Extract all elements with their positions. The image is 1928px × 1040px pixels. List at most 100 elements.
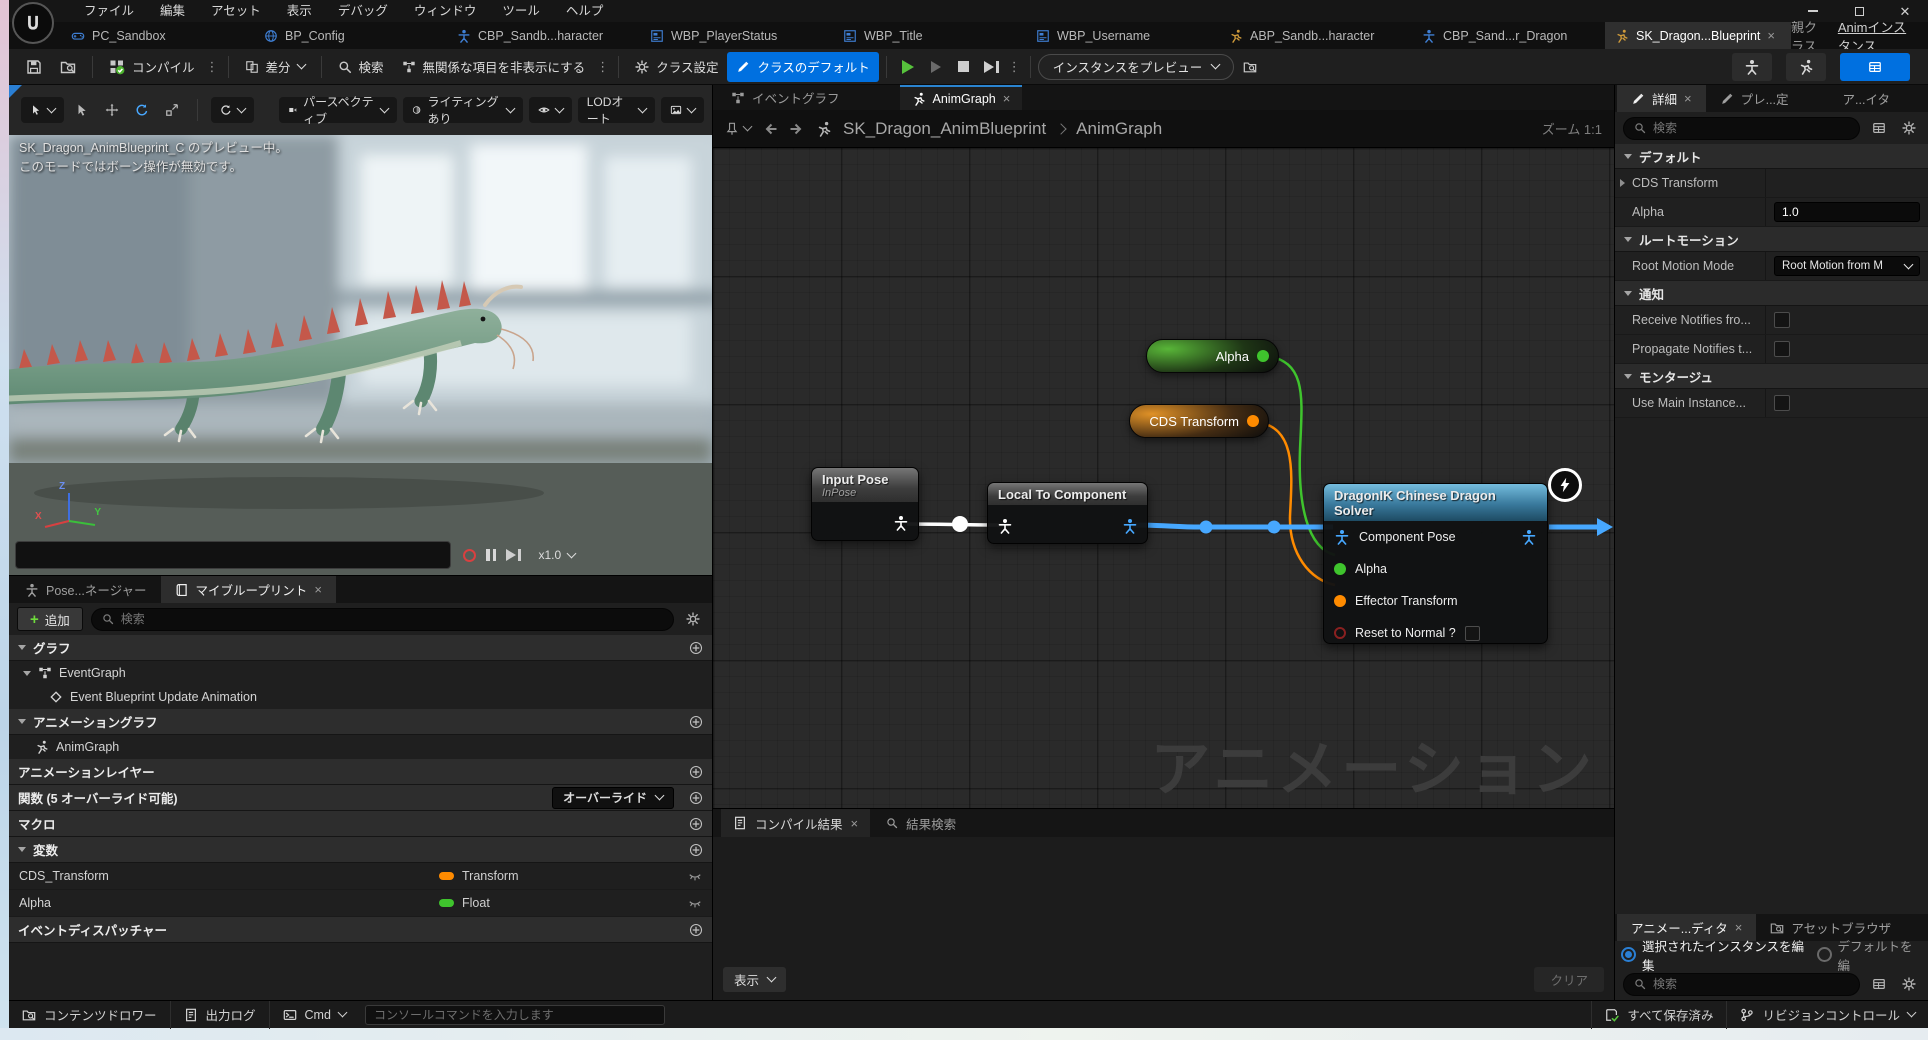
perspective-dropdown[interactable]: パースペクティブ xyxy=(279,97,397,123)
add-layer-icon[interactable] xyxy=(689,765,703,779)
browse-asset-button[interactable] xyxy=(51,52,85,82)
menu-view[interactable]: 表示 xyxy=(274,0,325,22)
alpha-pin-icon[interactable] xyxy=(1334,563,1346,575)
add-dispatcher-icon[interactable] xyxy=(689,923,703,937)
asset-tab-abp-character[interactable]: ABP_Sandb...haracter xyxy=(1219,22,1412,49)
search-input[interactable] xyxy=(1653,121,1849,135)
output-pin-transform[interactable] xyxy=(1247,415,1259,427)
add-macro-icon[interactable] xyxy=(689,817,703,831)
show-filter-button[interactable]: 表示 xyxy=(723,967,786,992)
tab-asset-data[interactable]: ア...イタ xyxy=(1829,85,1904,112)
screenshot-dropdown[interactable] xyxy=(661,97,704,123)
lighting-dropdown[interactable]: ライティングあり xyxy=(403,97,522,123)
tab-compiler-results[interactable]: コンパイル結果 xyxy=(721,809,870,837)
settings-gear-icon[interactable] xyxy=(1898,977,1920,991)
select-tool-icon[interactable] xyxy=(70,103,94,117)
receive-notifies-checkbox[interactable] xyxy=(1774,312,1790,328)
menu-file[interactable]: ファイル xyxy=(71,0,147,22)
bool-pin-icon[interactable] xyxy=(1334,627,1346,639)
back-arrow-icon[interactable] xyxy=(762,121,778,137)
node-local-to-component[interactable]: Local To Component xyxy=(987,482,1148,544)
pose-output-pin-icon[interactable] xyxy=(893,515,909,531)
preview-instance-dropdown[interactable]: インスタンスをプレビュー xyxy=(1038,54,1235,80)
effector-pin-icon[interactable] xyxy=(1334,595,1346,607)
edit-defaults-radio[interactable] xyxy=(1817,947,1832,962)
details-search[interactable] xyxy=(1623,117,1860,140)
display-grid-icon[interactable] xyxy=(1868,121,1890,135)
row-propagate-notifies[interactable]: Propagate Notifies t... xyxy=(1615,335,1928,364)
add-anim-graph-icon[interactable] xyxy=(689,715,703,729)
eye-closed-icon[interactable] xyxy=(688,869,702,883)
preview-mesh-button[interactable] xyxy=(1732,53,1772,81)
tab-preview-settings[interactable]: プレ...定 xyxy=(1706,85,1803,112)
menu-asset[interactable]: アセット xyxy=(198,0,274,22)
row-root-motion-mode[interactable]: Root Motion ModeRoot Motion from M xyxy=(1615,252,1928,281)
tab-find-results[interactable]: 結果検索 xyxy=(870,809,972,837)
node-input-pose[interactable]: Input PoseInPose xyxy=(811,467,919,541)
step-button[interactable] xyxy=(922,53,950,81)
stop-button[interactable] xyxy=(950,53,978,81)
show-flags-dropdown[interactable] xyxy=(529,97,572,123)
item-animgraph[interactable]: AnimGraph xyxy=(9,735,712,759)
tab-my-blueprint[interactable]: マイブループリント xyxy=(161,576,336,603)
breadcrumb-current[interactable]: AnimGraph xyxy=(1076,119,1162,139)
section-graphs[interactable]: グラフ xyxy=(9,635,712,661)
forward-arrow-icon[interactable] xyxy=(789,121,805,137)
save-button[interactable] xyxy=(17,52,51,82)
search-input[interactable] xyxy=(121,612,663,626)
item-eventgraph[interactable]: EventGraph xyxy=(9,661,712,685)
section-event-dispatchers[interactable]: イベントディスパッチャー xyxy=(9,917,712,943)
section-root-motion[interactable]: ルートモーション xyxy=(1615,227,1928,252)
root-motion-mode-dropdown[interactable]: Root Motion from M xyxy=(1774,256,1920,276)
section-montage[interactable]: モンタージュ xyxy=(1615,364,1928,389)
compile-button[interactable]: コンパイル xyxy=(100,52,204,82)
row-cds-transform[interactable]: CDS Transform xyxy=(1615,169,1928,198)
tab-pose-watch-manager[interactable]: Pose...ネージャー xyxy=(11,576,161,603)
menu-window[interactable]: ウィンドウ xyxy=(401,0,490,22)
move-tool-icon[interactable] xyxy=(100,103,124,117)
console-command-input[interactable] xyxy=(365,1005,665,1025)
pose-output-pin-icon[interactable] xyxy=(1521,529,1537,545)
menu-help[interactable]: ヘルプ xyxy=(553,0,617,22)
menu-edit[interactable]: 編集 xyxy=(147,0,198,22)
node-variable-cds-transform[interactable]: CDS Transform xyxy=(1129,404,1269,438)
add-function-icon[interactable] xyxy=(689,791,703,805)
play-options-icon[interactable] xyxy=(1006,60,1023,73)
asset-tab-wbp-username[interactable]: WBP_Username xyxy=(1026,22,1219,49)
compile-options-icon[interactable] xyxy=(204,60,221,73)
editor-layout-button[interactable] xyxy=(1840,53,1910,81)
display-grid-icon[interactable] xyxy=(1868,977,1890,991)
hide-unrelated-options-icon[interactable] xyxy=(594,60,611,73)
item-event-update-animation[interactable]: Event Blueprint Update Animation xyxy=(9,685,712,709)
asset-tab-cbp-character[interactable]: CBP_Sandb...haracter xyxy=(447,22,640,49)
edit-selected-radio[interactable] xyxy=(1621,947,1636,962)
add-variable-icon[interactable] xyxy=(689,843,703,857)
hide-unrelated-button[interactable]: 無関係な項目を非表示にする xyxy=(393,52,595,82)
variable-row-alpha[interactable]: AlphaFloat xyxy=(9,890,712,917)
section-notify[interactable]: 通知 xyxy=(1615,281,1928,306)
scale-tool-icon[interactable] xyxy=(160,103,184,117)
asset-tab-wbp-title[interactable]: WBP_Title xyxy=(833,22,1026,49)
skeleton-button[interactable] xyxy=(1786,53,1826,81)
propagate-notifies-checkbox[interactable] xyxy=(1774,341,1790,357)
content-drawer-button[interactable]: コンテンツドロワー xyxy=(9,1001,170,1029)
node-dragonik-solver[interactable]: DragonIK Chinese Dragon Solver Component… xyxy=(1323,483,1548,644)
row-receive-notifies[interactable]: Receive Notifies fro... xyxy=(1615,306,1928,335)
cmd-dropdown[interactable]: Cmd xyxy=(270,1001,359,1029)
my-blueprint-search[interactable] xyxy=(91,608,674,631)
reset-checkbox[interactable] xyxy=(1465,626,1480,641)
clear-button[interactable]: クリア xyxy=(1534,967,1604,992)
record-icon[interactable] xyxy=(463,549,476,562)
breadcrumb-root[interactable]: SK_Dragon_AnimBlueprint xyxy=(843,119,1046,139)
close-icon[interactable] xyxy=(1735,921,1743,934)
anim-panel-search[interactable] xyxy=(1623,973,1860,996)
menu-tools[interactable]: ツール xyxy=(489,0,553,22)
section-functions[interactable]: 関数 (5 オーバーライド可能)オーバーライド xyxy=(9,785,712,811)
search-input[interactable] xyxy=(1653,977,1849,991)
graph-canvas[interactable]: アニメーション Alpha CDS Transform Input PoseIn… xyxy=(713,148,1614,808)
timeline-scrubber[interactable] xyxy=(15,541,451,569)
tab-anim-graph[interactable]: AnimGraph xyxy=(900,85,1023,110)
advance-button[interactable] xyxy=(978,53,1006,81)
add-button[interactable]: 追加 xyxy=(17,607,83,631)
revision-control-dropdown[interactable]: リビジョンコントロール xyxy=(1727,1001,1928,1029)
